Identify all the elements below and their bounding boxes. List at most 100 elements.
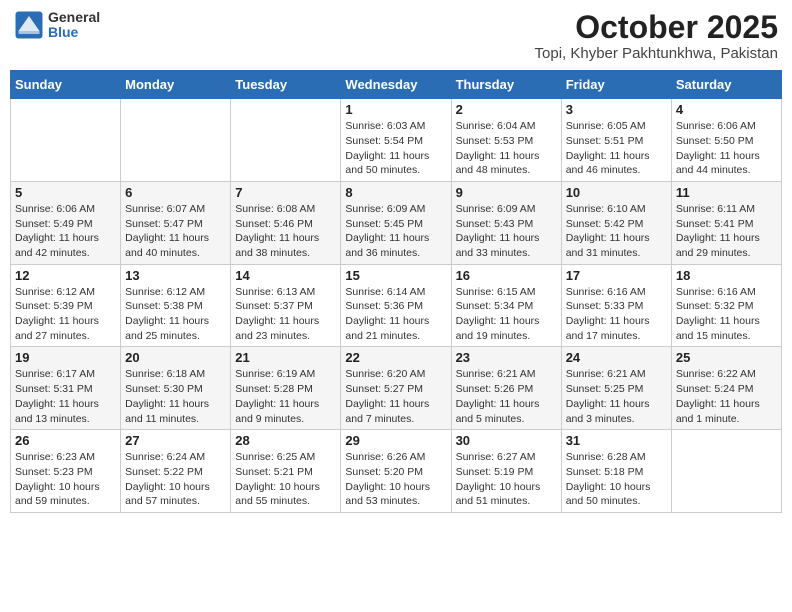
day-number: 6 <box>125 185 226 200</box>
day-info: Sunrise: 6:04 AM Sunset: 5:53 PM Dayligh… <box>456 119 557 178</box>
table-row: 13 Sunrise: 6:12 AM Sunset: 5:38 PM Dayli… <box>121 264 231 347</box>
header-monday: Monday <box>121 71 231 99</box>
day-number: 17 <box>566 268 667 283</box>
table-row: 1 Sunrise: 6:03 AM Sunset: 5:54 PM Daylig… <box>341 99 451 182</box>
day-info: Sunrise: 6:19 AM Sunset: 5:28 PM Dayligh… <box>235 367 336 426</box>
table-row: 15Sunrise: 6:14 AM Sunset: 5:36 PM Dayli… <box>341 264 451 347</box>
logo-text: General Blue <box>48 10 100 41</box>
day-info: Sunrise: 6:03 AM Sunset: 5:54 PM Dayligh… <box>345 119 446 178</box>
day-number: 1 <box>345 102 446 117</box>
day-info: Sunrise: 6:06 AM Sunset: 5:50 PM Dayligh… <box>676 119 777 178</box>
table-row: 29 Sunrise: 6:26 AM Sunset: 5:20 PM Dayli… <box>341 430 451 513</box>
table-row: 17 Sunrise: 6:16 AM Sunset: 5:33 PM Dayli… <box>561 264 671 347</box>
table-row: 5Sunrise: 6:06 AM Sunset: 5:49 PM Daylig… <box>11 181 121 264</box>
day-number: 16 <box>456 268 557 283</box>
day-number: 19 <box>15 350 116 365</box>
location-title: Topi, Khyber Pakhtunkhwa, Pakistan <box>535 45 778 62</box>
table-row: 11Sunrise: 6:11 AM Sunset: 5:41 PM Dayli… <box>671 181 781 264</box>
day-number: 18 <box>676 268 777 283</box>
calendar-week-5: 26 Sunrise: 6:23 AM Sunset: 5:23 PM Dayli… <box>11 430 782 513</box>
table-row: 2 Sunrise: 6:04 AM Sunset: 5:53 PM Daylig… <box>451 99 561 182</box>
day-number: 26 <box>15 433 116 448</box>
table-row: 22 Sunrise: 6:20 AM Sunset: 5:27 PM Dayli… <box>341 347 451 430</box>
day-number: 28 <box>235 433 336 448</box>
table-row: 16 Sunrise: 6:15 AM Sunset: 5:34 PM Dayli… <box>451 264 561 347</box>
logo-blue-text: Blue <box>48 25 100 40</box>
day-number: 25 <box>676 350 777 365</box>
table-row: 26 Sunrise: 6:23 AM Sunset: 5:23 PM Dayli… <box>11 430 121 513</box>
table-row: 9 Sunrise: 6:09 AM Sunset: 5:43 PM Daylig… <box>451 181 561 264</box>
day-info: Sunrise: 6:16 AM Sunset: 5:32 PM Dayligh… <box>676 285 777 344</box>
day-number: 4 <box>676 102 777 117</box>
table-row <box>121 99 231 182</box>
month-title: October 2025 <box>535 10 778 45</box>
day-info: Sunrise: 6:26 AM Sunset: 5:20 PM Dayligh… <box>345 450 446 509</box>
day-info: Sunrise: 6:21 AM Sunset: 5:25 PM Dayligh… <box>566 367 667 426</box>
day-info: Sunrise: 6:17 AM Sunset: 5:31 PM Dayligh… <box>15 367 116 426</box>
day-number: 31 <box>566 433 667 448</box>
table-row <box>671 430 781 513</box>
day-number: 2 <box>456 102 557 117</box>
table-row: 28 Sunrise: 6:25 AM Sunset: 5:21 PM Dayli… <box>231 430 341 513</box>
header-wednesday: Wednesday <box>341 71 451 99</box>
day-number: 29 <box>345 433 446 448</box>
day-info: Sunrise: 6:12 AM Sunset: 5:39 PM Dayligh… <box>15 285 116 344</box>
day-info: Sunrise: 6:12 AM Sunset: 5:38 PM Dayligh… <box>125 285 226 344</box>
day-info: Sunrise: 6:13 AM Sunset: 5:37 PM Dayligh… <box>235 285 336 344</box>
weekday-header-row: Sunday Monday Tuesday Wednesday Thursday… <box>11 71 782 99</box>
day-number: 10 <box>566 185 667 200</box>
day-info: Sunrise: 6:18 AM Sunset: 5:30 PM Dayligh… <box>125 367 226 426</box>
table-row <box>231 99 341 182</box>
day-info: Sunrise: 6:08 AM Sunset: 5:46 PM Dayligh… <box>235 202 336 261</box>
table-row: 7 Sunrise: 6:08 AM Sunset: 5:46 PM Daylig… <box>231 181 341 264</box>
day-info: Sunrise: 6:27 AM Sunset: 5:19 PM Dayligh… <box>456 450 557 509</box>
day-info: Sunrise: 6:07 AM Sunset: 5:47 PM Dayligh… <box>125 202 226 261</box>
day-info: Sunrise: 6:21 AM Sunset: 5:26 PM Dayligh… <box>456 367 557 426</box>
table-row: 21 Sunrise: 6:19 AM Sunset: 5:28 PM Dayli… <box>231 347 341 430</box>
day-info: Sunrise: 6:25 AM Sunset: 5:21 PM Dayligh… <box>235 450 336 509</box>
day-number: 7 <box>235 185 336 200</box>
day-number: 24 <box>566 350 667 365</box>
day-number: 11 <box>676 185 777 200</box>
day-number: 3 <box>566 102 667 117</box>
header-thursday: Thursday <box>451 71 561 99</box>
table-row: 10 Sunrise: 6:10 AM Sunset: 5:42 PM Dayli… <box>561 181 671 264</box>
calendar-week-3: 12 Sunrise: 6:12 AM Sunset: 5:39 PM Dayli… <box>11 264 782 347</box>
logo-general-text: General <box>48 10 100 25</box>
table-row: 6 Sunrise: 6:07 AM Sunset: 5:47 PM Daylig… <box>121 181 231 264</box>
table-row <box>11 99 121 182</box>
day-number: 13 <box>125 268 226 283</box>
day-number: 21 <box>235 350 336 365</box>
day-info: Sunrise: 6:09 AM Sunset: 5:43 PM Dayligh… <box>456 202 557 261</box>
day-number: 30 <box>456 433 557 448</box>
day-number: 20 <box>125 350 226 365</box>
day-number: 8 <box>345 185 446 200</box>
calendar-week-2: 5Sunrise: 6:06 AM Sunset: 5:49 PM Daylig… <box>11 181 782 264</box>
day-info: Sunrise: 6:15 AM Sunset: 5:34 PM Dayligh… <box>456 285 557 344</box>
day-info: Sunrise: 6:16 AM Sunset: 5:33 PM Dayligh… <box>566 285 667 344</box>
day-info: Sunrise: 6:06 AM Sunset: 5:49 PM Dayligh… <box>15 202 116 261</box>
day-info: Sunrise: 6:20 AM Sunset: 5:27 PM Dayligh… <box>345 367 446 426</box>
table-row: 30 Sunrise: 6:27 AM Sunset: 5:19 PM Dayli… <box>451 430 561 513</box>
header-saturday: Saturday <box>671 71 781 99</box>
table-row: 18 Sunrise: 6:16 AM Sunset: 5:32 PM Dayli… <box>671 264 781 347</box>
table-row: 31Sunrise: 6:28 AM Sunset: 5:18 PM Dayli… <box>561 430 671 513</box>
calendar-week-1: 1 Sunrise: 6:03 AM Sunset: 5:54 PM Daylig… <box>11 99 782 182</box>
table-row: 24 Sunrise: 6:21 AM Sunset: 5:25 PM Dayli… <box>561 347 671 430</box>
table-row: 4 Sunrise: 6:06 AM Sunset: 5:50 PM Daylig… <box>671 99 781 182</box>
table-row: 23Sunrise: 6:21 AM Sunset: 5:26 PM Dayli… <box>451 347 561 430</box>
day-info: Sunrise: 6:22 AM Sunset: 5:24 PM Dayligh… <box>676 367 777 426</box>
day-info: Sunrise: 6:10 AM Sunset: 5:42 PM Dayligh… <box>566 202 667 261</box>
day-number: 22 <box>345 350 446 365</box>
day-number: 27 <box>125 433 226 448</box>
day-number: 14 <box>235 268 336 283</box>
calendar-table: Sunday Monday Tuesday Wednesday Thursday… <box>10 70 782 513</box>
table-row: 14 Sunrise: 6:13 AM Sunset: 5:37 PM Dayli… <box>231 264 341 347</box>
table-row: 25 Sunrise: 6:22 AM Sunset: 5:24 PM Dayli… <box>671 347 781 430</box>
day-number: 9 <box>456 185 557 200</box>
table-row: 20 Sunrise: 6:18 AM Sunset: 5:30 PM Dayli… <box>121 347 231 430</box>
day-number: 12 <box>15 268 116 283</box>
header-sunday: Sunday <box>11 71 121 99</box>
day-info: Sunrise: 6:09 AM Sunset: 5:45 PM Dayligh… <box>345 202 446 261</box>
day-info: Sunrise: 6:23 AM Sunset: 5:23 PM Dayligh… <box>15 450 116 509</box>
